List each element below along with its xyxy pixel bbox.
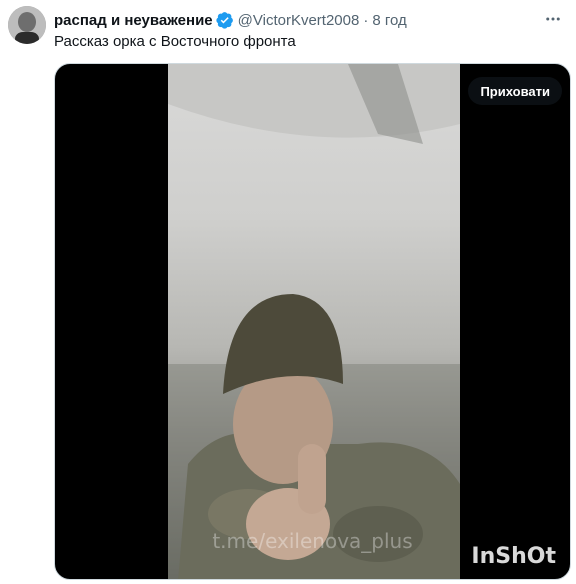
author-handle[interactable]: @VictorKvert2008 <box>238 12 360 29</box>
inshot-logo: InShOt <box>471 544 556 569</box>
author-name[interactable]: распад и неуважение <box>54 12 213 29</box>
video-player[interactable]: Приховати t.me/exilenova_plus InShOt <box>54 63 571 580</box>
verified-badge-icon <box>216 11 234 29</box>
author-avatar[interactable] <box>8 6 46 44</box>
tweet-header: распад и неуважение @VictorKvert2008 · 8… <box>54 10 566 30</box>
more-options-icon[interactable] <box>540 8 566 30</box>
video-frame <box>168 64 460 579</box>
avatar-image <box>8 6 46 44</box>
separator-dot: · <box>363 11 369 29</box>
video-still-image <box>168 64 460 579</box>
timestamp[interactable]: 8 год <box>372 12 406 29</box>
hide-media-button[interactable]: Приховати <box>468 77 562 105</box>
tweet-text: Рассказ орка с Восточного фронта <box>54 33 296 50</box>
